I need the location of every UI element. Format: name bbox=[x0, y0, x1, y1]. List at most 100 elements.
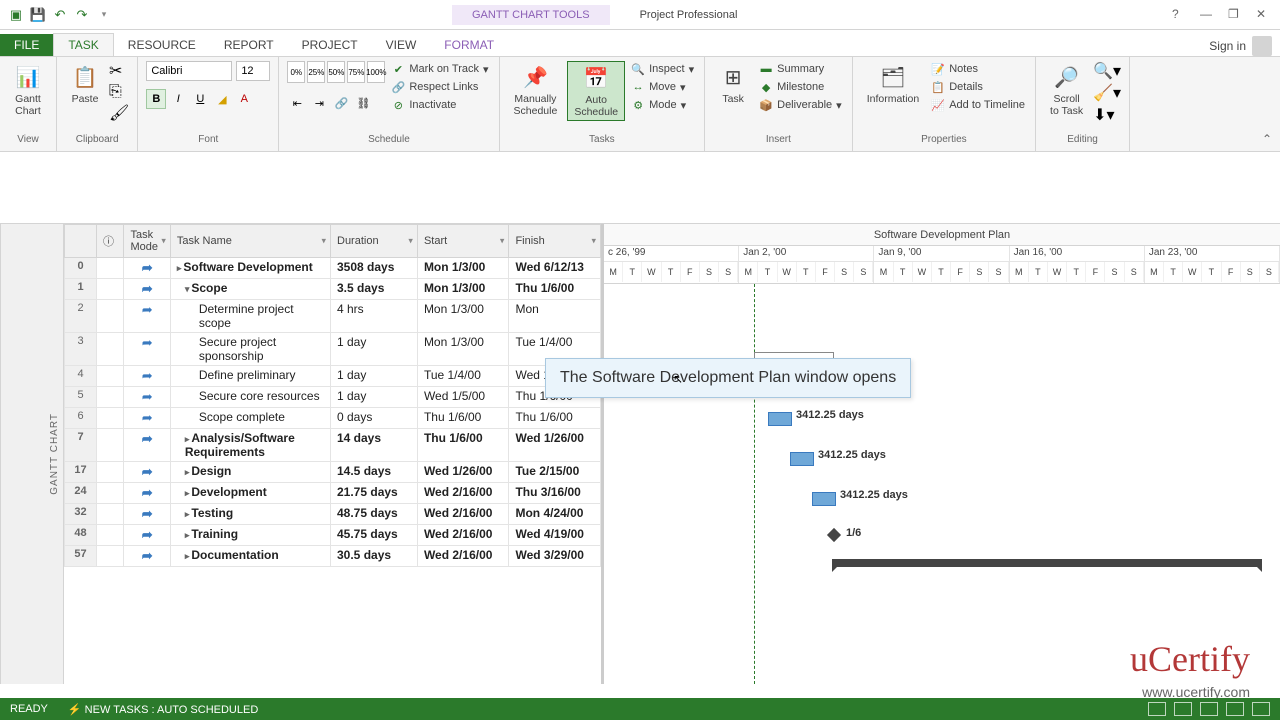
info-cell[interactable] bbox=[97, 258, 124, 279]
duration-cell[interactable]: 14.5 days bbox=[331, 462, 418, 483]
bold-button[interactable]: B bbox=[146, 89, 166, 109]
table-row[interactable]: 1➦▾Scope3.5 daysMon 1/3/00Thu 1/6/00 bbox=[65, 279, 601, 300]
add-timeline-button[interactable]: 📈Add to Timeline bbox=[929, 97, 1027, 113]
task-mode-cell[interactable]: ➦ bbox=[124, 525, 170, 546]
redo-icon[interactable]: ↷ bbox=[74, 7, 90, 23]
task-name-cell[interactable]: Scope complete bbox=[170, 408, 330, 429]
duration-cell[interactable]: 14 days bbox=[331, 429, 418, 462]
fill-icon[interactable]: ⬇▾ bbox=[1093, 105, 1121, 125]
help-icon[interactable]: ? bbox=[1172, 7, 1188, 23]
gantt-bar-task4[interactable] bbox=[790, 452, 814, 466]
duration-cell[interactable]: 48.75 days bbox=[331, 504, 418, 525]
start-cell[interactable]: Mon 1/3/00 bbox=[417, 300, 509, 333]
outdent-icon[interactable]: ⇤ bbox=[287, 93, 307, 113]
tab-view[interactable]: VIEW bbox=[372, 34, 431, 56]
task-name-cell[interactable]: ▸Testing bbox=[170, 504, 330, 525]
italic-button[interactable]: I bbox=[168, 89, 188, 109]
task-mode-cell[interactable]: ➦ bbox=[124, 279, 170, 300]
duration-cell[interactable]: 45.75 days bbox=[331, 525, 418, 546]
col-info[interactable]: ⓘ bbox=[97, 225, 124, 258]
save-icon[interactable]: 💾 bbox=[30, 7, 46, 23]
inspect-button[interactable]: 🔍Inspect ▾ bbox=[629, 61, 696, 77]
task-name-cell[interactable]: ▸Design bbox=[170, 462, 330, 483]
info-cell[interactable] bbox=[97, 546, 124, 567]
scroll-to-task-button[interactable]: 🔎 Scroll to Task bbox=[1044, 61, 1089, 119]
table-row[interactable]: 7➦▸Analysis/Software Requirements14 days… bbox=[65, 429, 601, 462]
mark-on-track-button[interactable]: ✔Mark on Track ▾ bbox=[389, 61, 490, 77]
task-name-cell[interactable]: Determine project scope bbox=[170, 300, 330, 333]
font-color-button[interactable]: A bbox=[234, 89, 254, 109]
unlink-icon[interactable]: ⛓ bbox=[353, 93, 373, 113]
task-mode-cell[interactable]: ➦ bbox=[124, 258, 170, 279]
duration-cell[interactable]: 1 day bbox=[331, 366, 418, 387]
start-cell[interactable]: Mon 1/3/00 bbox=[417, 333, 509, 366]
col-task-mode[interactable]: Task Mode▾ bbox=[124, 225, 170, 258]
finish-cell[interactable]: Wed 3/29/00 bbox=[509, 546, 601, 567]
format-painter-icon[interactable]: 🖌 bbox=[109, 103, 129, 123]
tab-project[interactable]: PROJECT bbox=[288, 34, 372, 56]
tab-task[interactable]: TASK bbox=[53, 33, 113, 56]
finish-cell[interactable]: Thu 3/16/00 bbox=[509, 483, 601, 504]
table-row[interactable]: 6➦Scope complete0 daysThu 1/6/00Thu 1/6/… bbox=[65, 408, 601, 429]
row-number[interactable]: 57 bbox=[65, 546, 97, 567]
close-icon[interactable]: ✕ bbox=[1256, 7, 1272, 23]
task-mode-cell[interactable]: ➦ bbox=[124, 483, 170, 504]
table-row[interactable]: 24 ➦▸Development21.75 daysWed 2/16/00Thu … bbox=[65, 483, 601, 504]
view-task-usage-icon[interactable] bbox=[1174, 702, 1192, 716]
row-number[interactable]: 17 bbox=[65, 462, 97, 483]
start-cell[interactable]: Wed 1/5/00 bbox=[417, 387, 509, 408]
finish-cell[interactable]: Wed 1/26/00 bbox=[509, 429, 601, 462]
deliverable-button[interactable]: 📦Deliverable ▾ bbox=[757, 97, 844, 113]
view-team-planner-icon[interactable] bbox=[1200, 702, 1218, 716]
task-mode-cell[interactable]: ➦ bbox=[124, 408, 170, 429]
gantt-chart-pane[interactable]: Software Development Plan c 26, '99MTWTF… bbox=[604, 224, 1280, 684]
summary-button[interactable]: ▬Summary bbox=[757, 61, 844, 77]
duration-cell[interactable]: 21.75 days bbox=[331, 483, 418, 504]
view-resource-sheet-icon[interactable] bbox=[1226, 702, 1244, 716]
task-name-cell[interactable]: Define preliminary bbox=[170, 366, 330, 387]
row-number[interactable]: 24 bbox=[65, 483, 97, 504]
pct-100[interactable]: 100% bbox=[367, 61, 385, 83]
row-number[interactable]: 5 bbox=[65, 387, 97, 408]
task-name-cell[interactable]: ▸Software Development bbox=[170, 258, 330, 279]
duration-cell[interactable]: 4 hrs bbox=[331, 300, 418, 333]
start-cell[interactable]: Wed 2/16/00 bbox=[417, 483, 509, 504]
pct-0[interactable]: 0% bbox=[287, 61, 305, 83]
task-name-cell[interactable]: Secure core resources bbox=[170, 387, 330, 408]
move-button[interactable]: ↔Move ▾ bbox=[629, 79, 696, 95]
task-name-cell[interactable]: ▸Development bbox=[170, 483, 330, 504]
task-name-cell[interactable]: ▸Training bbox=[170, 525, 330, 546]
font-size-select[interactable] bbox=[236, 61, 270, 81]
task-name-cell[interactable]: ▸Analysis/Software Requirements bbox=[170, 429, 330, 462]
link-icon[interactable]: 🔗 bbox=[331, 93, 351, 113]
task-mode-cell[interactable]: ➦ bbox=[124, 429, 170, 462]
clear-icon[interactable]: 🧹▾ bbox=[1093, 83, 1121, 103]
undo-icon[interactable]: ↶ bbox=[52, 7, 68, 23]
info-cell[interactable] bbox=[97, 279, 124, 300]
table-row[interactable]: 5➦Secure core resources1 dayWed 1/5/00Th… bbox=[65, 387, 601, 408]
fill-color-button[interactable]: ◢ bbox=[212, 89, 232, 109]
font-name-select[interactable] bbox=[146, 61, 232, 81]
start-cell[interactable]: Thu 1/6/00 bbox=[417, 429, 509, 462]
milestone-6[interactable] bbox=[827, 528, 841, 542]
info-cell[interactable] bbox=[97, 429, 124, 462]
view-report-icon[interactable] bbox=[1252, 702, 1270, 716]
table-row[interactable]: 2➦Determine project scope4 hrsMon 1/3/00… bbox=[65, 300, 601, 333]
info-cell[interactable] bbox=[97, 504, 124, 525]
info-cell[interactable] bbox=[97, 483, 124, 504]
cut-icon[interactable]: ✂ bbox=[109, 61, 129, 81]
tab-file[interactable]: FILE bbox=[0, 34, 53, 56]
insert-task-button[interactable]: ⊞ Task bbox=[713, 61, 753, 107]
task-mode-cell[interactable]: ➦ bbox=[124, 546, 170, 567]
pct-25[interactable]: 25% bbox=[307, 61, 325, 83]
table-row[interactable]: 4➦Define preliminary1 dayTue 1/4/00Wed 1… bbox=[65, 366, 601, 387]
find-icon[interactable]: 🔍▾ bbox=[1093, 61, 1121, 81]
task-mode-cell[interactable]: ➦ bbox=[124, 387, 170, 408]
row-number[interactable]: 6 bbox=[65, 408, 97, 429]
gantt-bar-task3[interactable] bbox=[768, 412, 792, 426]
tab-resource[interactable]: RESOURCE bbox=[114, 34, 210, 56]
collapse-ribbon-icon[interactable]: ⌃ bbox=[1262, 132, 1272, 146]
inactivate-button[interactable]: ⊘Inactivate bbox=[389, 97, 490, 113]
gantt-bar-task5[interactable] bbox=[812, 492, 836, 506]
col-start[interactable]: Start▾ bbox=[417, 225, 509, 258]
